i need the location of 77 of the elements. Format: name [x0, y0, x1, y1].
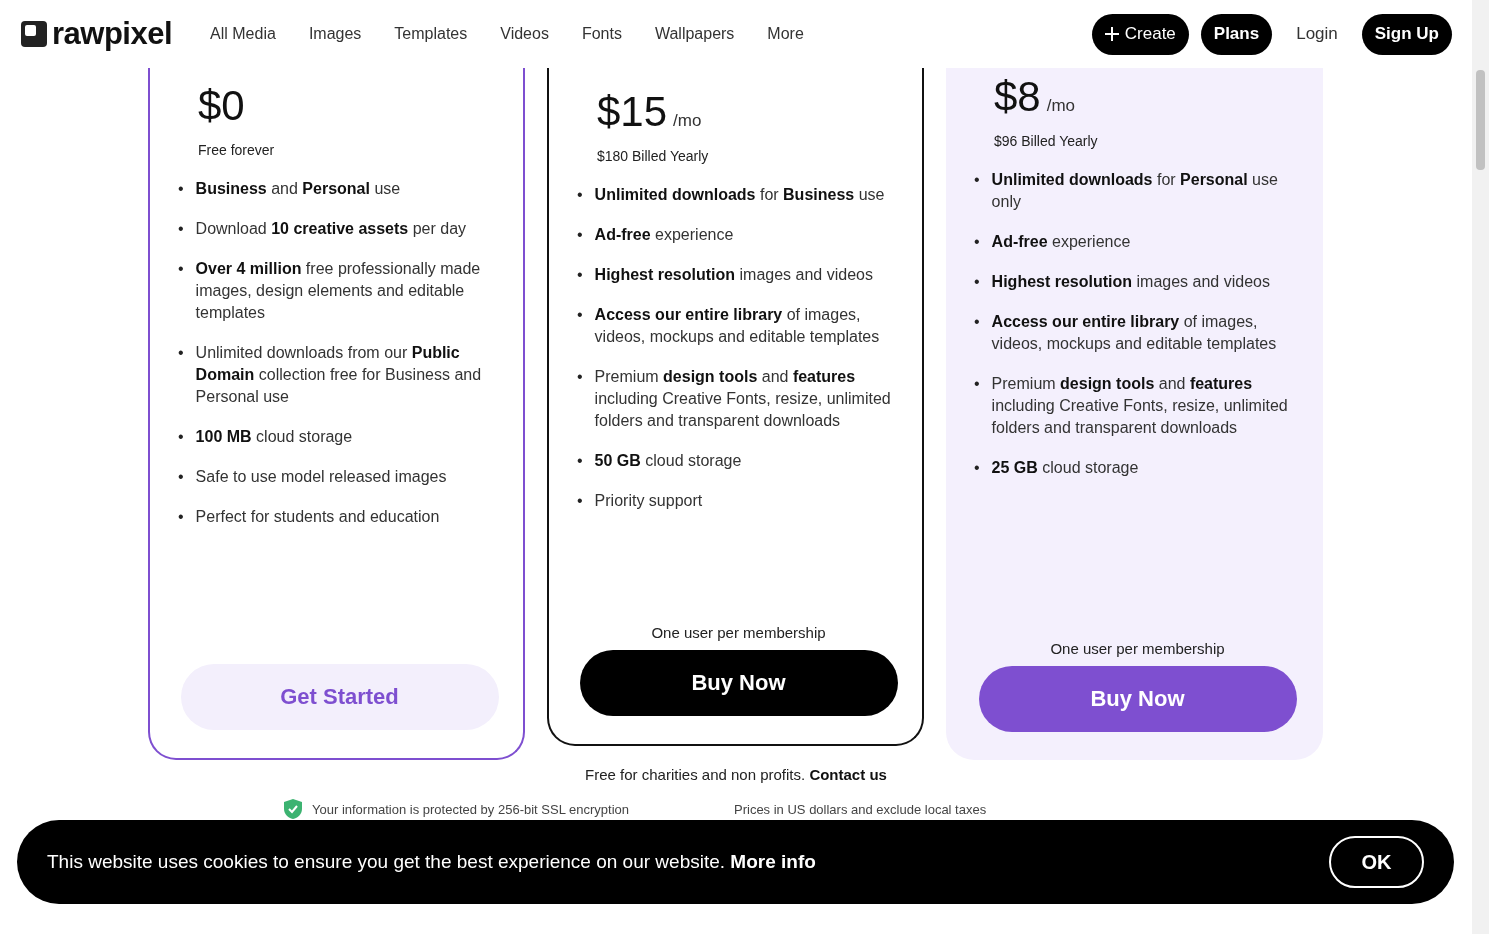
price-period: /mo: [1046, 96, 1076, 116]
bullet: •: [577, 185, 583, 205]
feature-item: Business and Personal use: [195, 179, 401, 199]
more-info-link[interactable]: More info: [730, 851, 816, 872]
bullet: •: [178, 343, 184, 363]
feature-item: Ad-free experience: [991, 232, 1131, 252]
logo[interactable]: rawpixel: [21, 16, 173, 52]
bullet: •: [577, 491, 583, 511]
bullet: •: [178, 467, 184, 487]
logo-wordmark: rawpixel: [52, 16, 173, 52]
nav-link[interactable]: Templates: [394, 25, 468, 43]
bullet: •: [178, 179, 184, 199]
billing-text: Free forever: [198, 142, 276, 158]
bullet: •: [974, 170, 980, 190]
contact-link[interactable]: Contact us: [809, 766, 887, 783]
feature-item: 25 GB cloud storage: [991, 458, 1139, 478]
scrollbar-thumb[interactable]: [1476, 70, 1485, 170]
signup-button[interactable]: Sign Up: [1361, 13, 1452, 55]
feature-item: Ad-free experience: [594, 225, 734, 245]
feature-item: Highest resolution images and videos: [594, 265, 873, 285]
bullet: •: [178, 259, 184, 279]
nav-link[interactable]: Wallpapers: [654, 25, 735, 43]
feature-item: Access our entire library of images, videos, mockups and editable templates: [991, 312, 1278, 354]
buy-now-button[interactable]: Buy Now: [978, 666, 1297, 732]
feature-item: 100 MB cloud storage: [195, 427, 353, 447]
plan-price: $8: [994, 73, 1041, 121]
feature-item: Download 10 creative assets per day: [195, 219, 467, 239]
bullet: •: [974, 272, 980, 292]
bullet: •: [178, 507, 184, 527]
cookie-text: This website uses cookies to ensure you get the best experience on our website. More info: [47, 851, 816, 873]
membership-note: One user per membership: [1050, 640, 1225, 657]
bullet: •: [974, 232, 980, 252]
plus-icon: [1104, 27, 1119, 41]
nav-link[interactable]: All Media: [210, 25, 276, 43]
feature-item: Over 4 million free professionally made images, design elements and editable templates: [195, 259, 482, 323]
buy-now-button[interactable]: Buy Now: [579, 650, 898, 716]
bullet: •: [974, 458, 980, 478]
bullet: •: [577, 305, 583, 325]
bullet: •: [577, 225, 583, 245]
price-period: /mo: [673, 111, 702, 131]
feature-item: 50 GB cloud storage: [594, 451, 742, 471]
plans-button[interactable]: Plans: [1200, 13, 1273, 55]
nav-link[interactable]: Videos: [500, 25, 549, 43]
security-note: Your information is protected by 256-bit SSL encryption: [312, 801, 629, 817]
login-link[interactable]: Login: [1284, 24, 1350, 44]
feature-item: Unlimited downloads from our Public Domain collection free for Business and Personal use: [195, 343, 483, 407]
bullet: •: [577, 367, 583, 387]
feature-item: Perfect for students and education: [195, 507, 440, 527]
pricing-note: Prices in US dollars and exclude local taxes: [734, 801, 987, 817]
bullet: •: [178, 219, 184, 239]
bullet: •: [178, 427, 184, 447]
bullet: •: [577, 265, 583, 285]
feature-item: Safe to use model released images: [195, 467, 447, 487]
billing-text: $180 Billed Yearly: [597, 148, 710, 164]
nav-link[interactable]: Fonts: [581, 25, 622, 43]
ok-button[interactable]: OK: [1329, 836, 1424, 888]
feature-item: Access our entire library of images, videos, mockups and editable templates: [594, 305, 881, 347]
plan-price: $0: [198, 82, 245, 130]
billing-text: $96 Billed Yearly: [994, 133, 1099, 149]
bullet: •: [974, 312, 980, 332]
feature-item: Unlimited downloads for Personal use only: [991, 170, 1279, 212]
feature-item: Highest resolution images and videos: [991, 272, 1270, 292]
membership-note: One user per membership: [651, 624, 826, 641]
shield-check-icon: [284, 799, 302, 819]
feature-item: Unlimited downloads for Business use: [594, 185, 885, 205]
feature-item: Premium design tools and features including Creative Fonts, resize, unlimited folders and transparent downloads: [991, 374, 1289, 438]
bullet: •: [577, 451, 583, 471]
nav-link[interactable]: Images: [308, 25, 362, 43]
create-button[interactable]: Create: [1091, 13, 1189, 55]
logo-icon: [21, 21, 47, 47]
charities-text: Free for charities and non profits. Contact us: [584, 766, 888, 783]
bullet: •: [974, 374, 980, 394]
nav-link[interactable]: More: [767, 25, 804, 43]
plan-price: $15: [597, 88, 668, 136]
feature-item: Premium design tools and features including Creative Fonts, resize, unlimited folders and transparent downloads: [594, 367, 892, 431]
feature-item: Priority support: [594, 491, 703, 511]
get-started-button[interactable]: Get Started: [180, 664, 499, 730]
